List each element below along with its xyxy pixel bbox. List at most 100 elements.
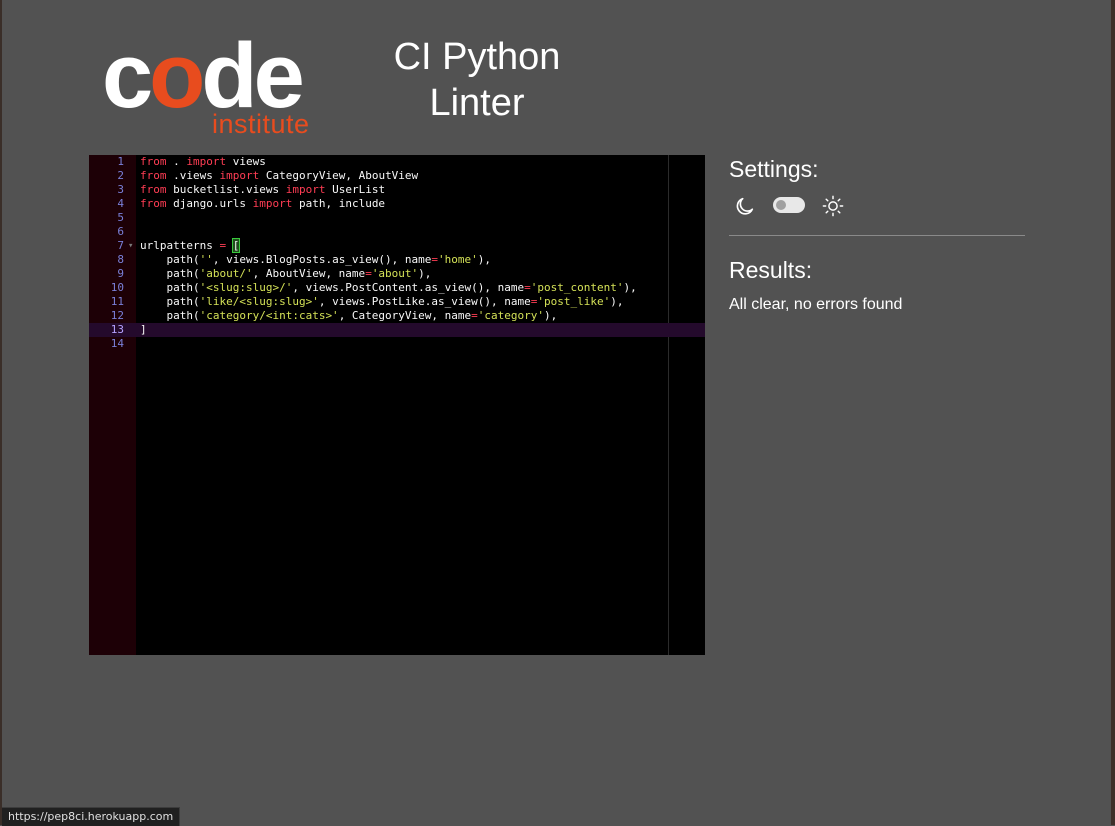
fold-toggle-icon[interactable]: ▾ <box>128 239 133 253</box>
code-token: CategoryView, AboutView <box>259 169 419 182</box>
code-token: urlpatterns <box>140 239 220 252</box>
code-token: ), <box>623 281 637 294</box>
code-line[interactable]: 9 path('about/', AboutView, name='about'… <box>89 267 705 281</box>
code-token: ), <box>477 253 492 266</box>
code-token: 'post_content' <box>530 281 624 294</box>
line-number: 4 <box>117 197 124 210</box>
code-line[interactable]: 6 <box>89 225 705 239</box>
code-line[interactable]: 5 <box>89 211 705 225</box>
line-code: ] <box>140 323 147 337</box>
line-number: 1 <box>117 155 124 168</box>
line-number: 5 <box>117 211 124 224</box>
code-line[interactable]: 10 path('<slug:slug>/', views.PostConten… <box>89 281 705 295</box>
line-code: from bucketlist.views import UserList <box>140 183 385 197</box>
code-token: views <box>226 155 266 168</box>
code-line[interactable]: 4 from django.urls import path, include <box>89 197 705 211</box>
code-token: path, include <box>292 197 386 210</box>
code-token: path( <box>140 281 200 294</box>
code-line[interactable]: 8 path('', views.BlogPosts.as_view(), na… <box>89 253 705 267</box>
sun-icon <box>822 195 844 217</box>
line-code: urlpatterns = [ <box>140 238 241 253</box>
code-token: path( <box>140 295 200 308</box>
window-edge-right <box>1111 0 1115 825</box>
code-token: .views <box>166 169 220 182</box>
code-token: UserList <box>325 183 386 196</box>
theme-toggle[interactable] <box>773 197 805 213</box>
code-token: , views.BlogPosts.as_view(), name <box>212 253 432 266</box>
logo-subtitle: institute <box>212 109 310 139</box>
line-number: 11 <box>110 295 124 308</box>
line-number: 2 <box>117 169 124 182</box>
line-number: 3 <box>117 183 124 196</box>
code-token: ), <box>418 267 432 280</box>
code-line[interactable]: 12 path('category/<int:cats>', CategoryV… <box>89 309 705 323</box>
code-token: , CategoryView, name <box>338 309 472 322</box>
line-number: 8 <box>117 253 124 266</box>
code-institute-logo: code institute <box>102 30 332 140</box>
code-token: path( <box>140 253 200 266</box>
code-token: ), <box>544 309 558 322</box>
line-code: path('', views.BlogPosts.as_view(), name… <box>140 253 491 267</box>
code-token: from <box>140 197 167 210</box>
line-number: 10 <box>110 281 124 294</box>
line-code: path('<slug:slug>/', views.PostContent.a… <box>140 281 637 295</box>
code-token: = <box>471 309 478 322</box>
line-number: 12 <box>110 309 124 322</box>
results-heading: Results: <box>729 257 813 283</box>
line-code: path('about/', AboutView, name='about'), <box>140 267 431 281</box>
code-line[interactable]: 2 from .views import CategoryView, AboutV… <box>89 169 705 183</box>
code-token: import <box>285 183 326 196</box>
line-code: path('category/<int:cats>', CategoryView… <box>140 309 557 323</box>
line-code: from . import views <box>140 155 266 169</box>
code-token: django.urls <box>166 197 253 210</box>
code-token: 'post_like' <box>537 295 611 308</box>
line-number: 14 <box>110 337 124 350</box>
window-edge-left <box>0 0 2 825</box>
code-line[interactable]: 14 <box>89 337 705 351</box>
line-number: 9 <box>117 267 124 280</box>
line-number: 6 <box>117 225 124 238</box>
code-token: 'like/<slug:slug>' <box>199 295 319 308</box>
settings-heading: Settings: <box>729 156 819 182</box>
theme-settings <box>734 194 854 218</box>
code-line[interactable]: 3 from bucketlist.views import UserList <box>89 183 705 197</box>
code-token: ] <box>140 323 147 336</box>
code-line[interactable]: 11 path('like/<slug:slug>', views.PostLi… <box>89 295 705 309</box>
code-token: path( <box>140 309 200 322</box>
line-number: 7 <box>117 239 124 252</box>
code-token: , AboutView, name <box>252 267 366 280</box>
code-token: '' <box>199 253 213 266</box>
code-token: , views.PostContent.as_view(), name <box>292 281 525 294</box>
status-bar-url: https://pep8ci.herokuapp.com <box>2 807 181 826</box>
code-token: 'about/' <box>199 267 253 280</box>
line-code: path('like/<slug:slug>', views.PostLike.… <box>140 295 623 309</box>
code-token: , views.PostLike.as_view(), name <box>318 295 531 308</box>
code-editor[interactable]: 1 from . import views 2 from .views import … <box>89 155 705 655</box>
settings-divider <box>729 235 1025 236</box>
code-token: bucketlist.views <box>166 183 286 196</box>
page-title: CI Python Linter <box>393 36 561 124</box>
line-number: 13 <box>110 323 124 336</box>
code-line[interactable]: 7 ▾ urlpatterns = [ <box>89 238 705 253</box>
code-token: import <box>252 197 293 210</box>
code-token: = <box>524 281 531 294</box>
code-token: path( <box>140 267 200 280</box>
code-token: from <box>140 155 167 168</box>
toggle-knob <box>776 200 786 210</box>
code-token: 'home' <box>438 253 478 266</box>
code-token: 'category' <box>477 309 544 322</box>
code-token: from <box>140 183 167 196</box>
code-line[interactable]: 13] <box>89 323 705 337</box>
code-token: '<slug:slug>/' <box>199 281 293 294</box>
code-token: import <box>186 155 227 168</box>
code-token: import <box>219 169 260 182</box>
code-line[interactable]: 1 from . import views <box>89 155 705 169</box>
line-code: from .views import CategoryView, AboutVi… <box>140 169 418 183</box>
code-token: ), <box>610 295 624 308</box>
code-token: from <box>140 169 167 182</box>
results-message: All clear, no errors found <box>729 296 903 313</box>
code-token: [ <box>231 238 241 253</box>
code-token: 'about' <box>371 267 419 280</box>
code-token: = <box>365 267 372 280</box>
